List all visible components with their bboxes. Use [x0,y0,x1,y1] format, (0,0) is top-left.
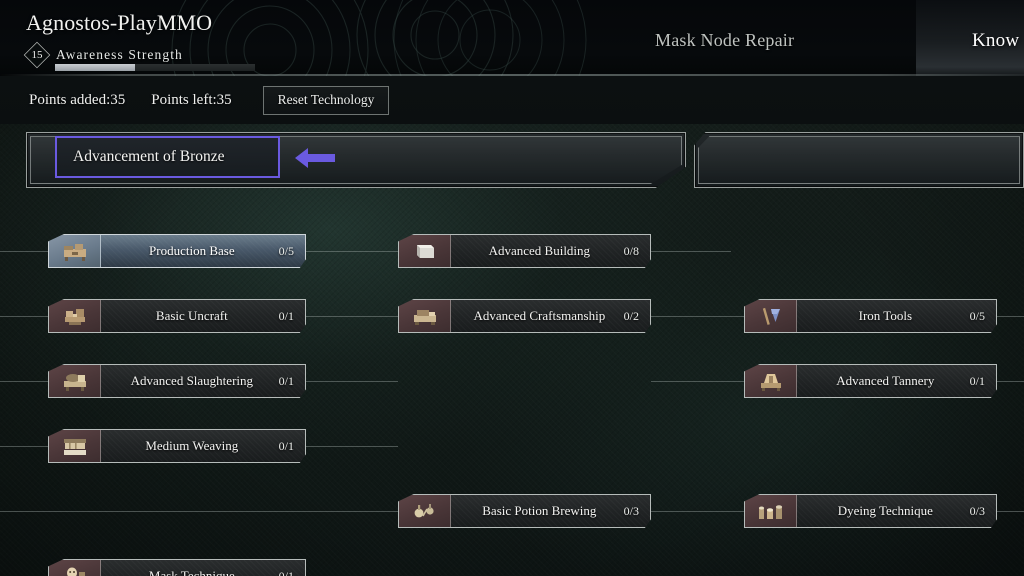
tech-node-count: 0/3 [623,503,639,518]
game-title: Agnostos-PlayMMO [26,10,213,35]
tech-connector-line [651,251,731,252]
tech-node-count: 0/2 [623,308,639,323]
technology-tree: Production Base 0/5 Advanced Building 0/8 Ba… [0,192,1024,576]
tech-node-count: 0/1 [278,568,294,576]
tech-node-label: Iron Tools [858,308,913,323]
tech-connector-line [306,251,398,252]
tech-connector-line [306,381,398,382]
tab-mask-node-repair[interactable]: Mask Node Repair [655,30,794,51]
tech-node-label: Medium Weaving [145,438,239,453]
stone-block-icon [399,235,451,267]
tannery-icon [745,365,797,397]
points-added-label: Points added:35 [29,91,126,108]
category-panel-secondary[interactable] [694,132,1024,188]
tech-connector-line [0,511,398,512]
axe-icon [745,300,797,332]
tech-connector-line [997,511,1024,512]
tech-node-dyeing-technique[interactable]: Dyeing Technique 0/3 [744,494,997,528]
experience-bar-fill [55,64,135,71]
reset-technology-button[interactable]: Reset Technology [262,85,390,115]
tech-node-mask-technique[interactable]: Mask Technique 0/1 [48,559,306,576]
tech-node-count: 0/1 [278,438,294,453]
left-arrow-cue-icon [295,148,335,168]
tech-connector-line [306,446,398,447]
tech-node-label: Advanced Craftsmanship [473,308,606,323]
category-panel-secondary-inner [698,136,1020,184]
tech-node-label: Advanced Slaughtering [130,373,254,388]
tech-node-label: Advanced Tannery [836,373,935,388]
tech-node-medium-weaving[interactable]: Medium Weaving 0/1 [48,429,306,463]
tech-connector-line [0,251,48,252]
tech-node-basic-uncraft[interactable]: Basic Uncraft 0/1 [48,299,306,333]
tech-connector-line [0,316,48,317]
tech-node-advanced-tannery[interactable]: Advanced Tannery 0/1 [744,364,997,398]
tech-node-production-base[interactable]: Production Base 0/5 [48,234,306,268]
tech-node-iron-tools[interactable]: Iron Tools 0/5 [744,299,997,333]
tech-node-label: Mask Technique [148,568,235,576]
workbench-icon [49,235,101,267]
tech-node-count: 0/1 [969,373,985,388]
tech-node-count: 0/8 [623,243,639,258]
top-header-bar: Agnostos-PlayMMO 15 Awareness Strength M… [0,0,1024,76]
tech-connector-line [997,381,1024,382]
level-diamond-icon: 15 [23,41,51,69]
level-label: Awareness Strength [56,47,183,62]
tech-node-advanced-building[interactable]: Advanced Building 0/8 [398,234,651,268]
mask-bench-icon [49,560,101,576]
tech-connector-line [0,381,48,382]
tech-node-advanced-craftsmanship[interactable]: Advanced Craftsmanship 0/2 [398,299,651,333]
category-tab-label: Advancement of Bronze [73,148,225,165]
tech-node-label: Advanced Building [488,243,591,258]
tech-connector-line [0,446,48,447]
tech-connector-line [651,381,744,382]
tech-connector-line [306,316,398,317]
level-number: 15 [31,48,43,61]
experience-bar [55,64,255,71]
decorative-swirl-pattern-2 [393,0,587,76]
tech-node-label: Dyeing Technique [837,503,933,518]
tech-node-label: Basic Uncraft [155,308,228,323]
tech-node-count: 0/1 [278,373,294,388]
tech-connector-line [997,316,1024,317]
tech-connector-line [651,316,744,317]
loom-icon [49,430,101,462]
dye-pots-icon [745,495,797,527]
butcher-icon [49,365,101,397]
points-toolbar: Points added:35 Points left:35 Reset Tec… [0,76,1024,124]
anvil-icon [49,300,101,332]
alchemy-icon [399,495,451,527]
tech-node-basic-potion-brewing[interactable]: Basic Potion Brewing 0/3 [398,494,651,528]
category-tab-advancement-of-bronze[interactable]: Advancement of Bronze [55,136,280,178]
tech-connector-line [651,511,744,512]
tab-knowledge[interactable]: Know [972,30,1019,52]
tech-node-count: 0/3 [969,503,985,518]
points-left-label: Points left:35 [151,91,232,108]
tech-node-advanced-slaughtering[interactable]: Advanced Slaughtering 0/1 [48,364,306,398]
tech-node-label: Production Base [149,243,235,258]
machine-icon [399,300,451,332]
tech-tree-screen: Agnostos-PlayMMO 15 Awareness Strength M… [0,0,1024,576]
tech-node-label: Basic Potion Brewing [482,503,597,518]
tech-node-count: 0/5 [969,308,985,323]
tech-node-count: 0/5 [278,243,294,258]
tech-node-count: 0/1 [278,308,294,323]
